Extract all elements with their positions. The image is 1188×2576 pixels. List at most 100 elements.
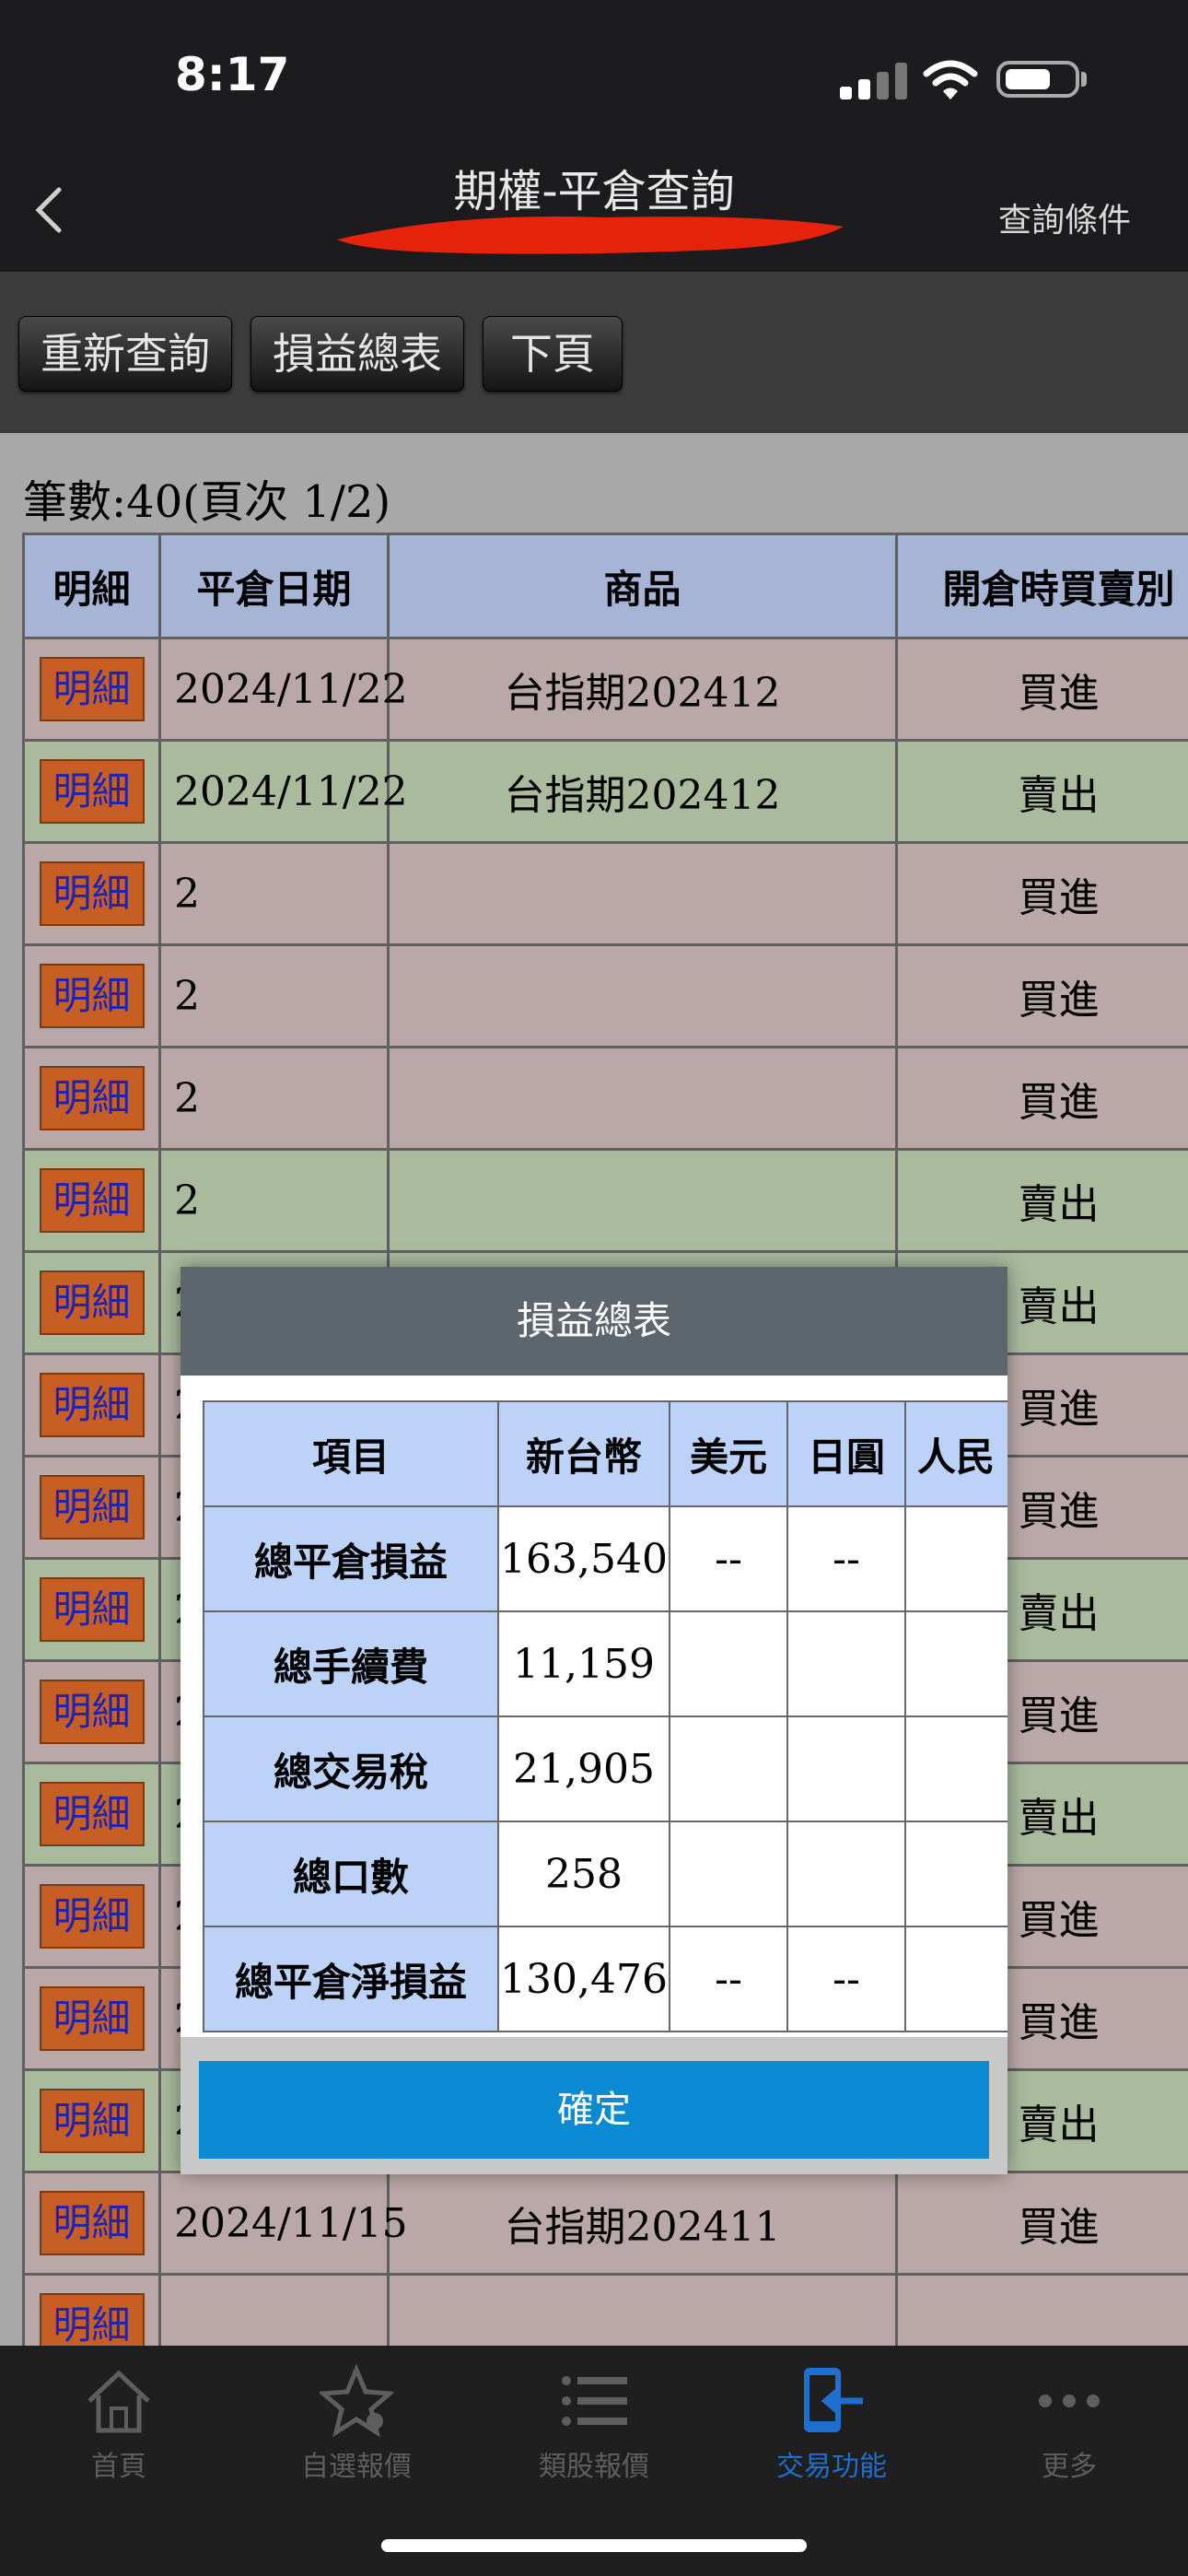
wifi-icon [923, 60, 978, 100]
pl-summary-button[interactable]: 損益總表 [250, 316, 464, 392]
table-row: 明細 [22, 2273, 1188, 2346]
header-open-side: 開倉時買賣別 [895, 533, 1188, 639]
summary-header-item: 項目 [203, 1400, 499, 1507]
summary-cny-value [904, 1610, 1007, 1717]
summary-row: 總交易稅 21,905 [203, 1715, 1007, 1822]
tab-watchlist[interactable]: 自選報價 [238, 2364, 475, 2502]
header-close-date: 平倉日期 [158, 533, 390, 639]
summary-usd-value: -- [669, 1505, 788, 1612]
detail-button[interactable]: 明細 [39, 1577, 145, 1642]
table-row: 明細 2024/11/22 台指期202412 賣出 [22, 739, 1188, 844]
product-cell [387, 841, 898, 946]
open-side-cell: 買進 [895, 637, 1188, 742]
summary-twd-value: 21,905 [497, 1715, 670, 1822]
confirm-button[interactable]: 確定 [199, 2061, 989, 2159]
header-detail: 明細 [22, 533, 161, 639]
detail-button[interactable]: 明細 [39, 1680, 145, 1744]
product-cell [387, 1148, 898, 1253]
detail-button[interactable]: 明細 [39, 2089, 145, 2153]
requery-button[interactable]: 重新查詢 [18, 316, 232, 392]
tab-sector-quotes[interactable]: 類股報價 [475, 2364, 713, 2502]
tab-home[interactable]: 首頁 [0, 2364, 238, 2502]
detail-button[interactable]: 明細 [39, 1066, 145, 1130]
detail-button[interactable]: 明細 [39, 1168, 145, 1233]
table-row: 明細 2024/11/15 台指期202411 買進 [22, 2171, 1188, 2276]
tab-watchlist-label: 自選報價 [301, 2451, 412, 2483]
detail-button[interactable]: 明細 [39, 1475, 145, 1540]
open-side-cell: 買進 [895, 2171, 1188, 2276]
summary-label: 總平倉損益 [203, 1505, 499, 1612]
detail-button[interactable]: 明細 [39, 1986, 145, 2051]
trade-icon [804, 2368, 863, 2432]
close-date-cell: 2 [158, 1046, 390, 1151]
redaction-scribble [337, 217, 844, 254]
table-row: 明細2 賣出 [22, 1148, 1188, 1253]
tab-more[interactable]: 更多 [950, 2364, 1188, 2502]
home-icon [87, 2370, 150, 2433]
home-indicator [381, 2539, 807, 2552]
cellular-signal-icon [840, 61, 914, 100]
close-date-cell: 2 [158, 943, 390, 1048]
detail-button[interactable]: 明細 [39, 964, 145, 1028]
summary-row: 總口數 258 [203, 1821, 1007, 1927]
summary-twd-value: 163,540 [497, 1505, 670, 1612]
summary-usd-value [669, 1715, 788, 1822]
table-row: 明細2 買進 [22, 841, 1188, 946]
tab-home-label: 首頁 [91, 2451, 146, 2483]
summary-usd-value: -- [669, 1926, 788, 2032]
summary-row: 總平倉損益163,540------ [203, 1505, 1007, 1612]
detail-button[interactable]: 明細 [39, 1270, 145, 1335]
summary-twd-value: 11,159 [497, 1610, 670, 1717]
star-icon [320, 2364, 393, 2438]
table-row: 明細2 買進 [22, 1046, 1188, 1151]
product-cell [387, 1046, 898, 1151]
detail-button[interactable]: 明細 [39, 861, 145, 926]
tab-trading[interactable]: 交易功能 [713, 2364, 950, 2502]
summary-cny-value: -- [904, 1505, 1007, 1612]
product-cell: 台指期202411 [387, 2171, 898, 2276]
pl-summary-table: 項目 新台幣 美元 日圓 人民 總平倉損益163,540------總手續費11… [203, 1400, 1007, 2032]
toolbar: 重新查詢 損益總表 下頁 [0, 272, 1188, 433]
summary-label: 總手續費 [203, 1610, 499, 1717]
open-side-cell: 賣出 [895, 739, 1188, 844]
summary-header-twd: 新台幣 [497, 1400, 670, 1507]
summary-header-jpy: 日圓 [786, 1400, 906, 1507]
detail-button[interactable]: 明細 [39, 657, 145, 721]
summary-row: 總平倉淨損益130,476------ [203, 1926, 1007, 2032]
status-time: 8:17 [175, 48, 290, 101]
summary-cny-value: -- [904, 1926, 1007, 2032]
next-page-button[interactable]: 下頁 [483, 316, 623, 392]
summary-row: 總手續費 11,159 [203, 1610, 1007, 1717]
open-side-cell: 買進 [895, 841, 1188, 946]
detail-button[interactable]: 明細 [39, 1884, 145, 1949]
summary-label: 總交易稅 [203, 1715, 499, 1822]
close-date-cell: 2024/11/22 [158, 637, 408, 742]
nav-bar: 期權-平倉查詢 查詢條件 [0, 138, 1188, 272]
detail-button[interactable]: 明細 [39, 759, 145, 824]
close-date-cell [158, 2273, 390, 2346]
summary-twd-value: 258 [497, 1821, 670, 1927]
summary-twd-value: 130,476 [497, 1926, 670, 2032]
detail-button[interactable]: 明細 [39, 2191, 145, 2255]
pl-summary-dialog: 損益總表 項目 新台幣 美元 日圓 人民 總平倉損益163,540------總… [181, 1267, 1007, 2174]
detail-button[interactable]: 明細 [39, 2293, 145, 2346]
summary-jpy-value: -- [786, 1505, 906, 1612]
product-cell [387, 2273, 898, 2346]
detail-button[interactable]: 明細 [39, 1782, 145, 1846]
open-side-cell [895, 2273, 1188, 2346]
summary-header-row: 項目 新台幣 美元 日圓 人民 [203, 1400, 1007, 1507]
tab-trading-label: 交易功能 [776, 2451, 887, 2483]
table-header-row: 明細 平倉日期 商品 開倉時買賣別 [22, 533, 1188, 639]
query-conditions-link[interactable]: 查詢條件 [998, 193, 1131, 241]
summary-cny-value [904, 1715, 1007, 1822]
list-icon [562, 2376, 627, 2426]
summary-usd-value [669, 1610, 788, 1717]
table-row: 明細2 買進 [22, 943, 1188, 1048]
tab-sector-quotes-label: 類股報價 [539, 2451, 649, 2483]
summary-label: 總口數 [203, 1821, 499, 1927]
close-date-cell: 2024/11/15 [158, 2171, 408, 2276]
status-bar: 8:17 [0, 0, 1188, 138]
detail-button[interactable]: 明細 [39, 1373, 145, 1437]
header-product: 商品 [387, 533, 898, 639]
summary-jpy-value [786, 1821, 906, 1927]
